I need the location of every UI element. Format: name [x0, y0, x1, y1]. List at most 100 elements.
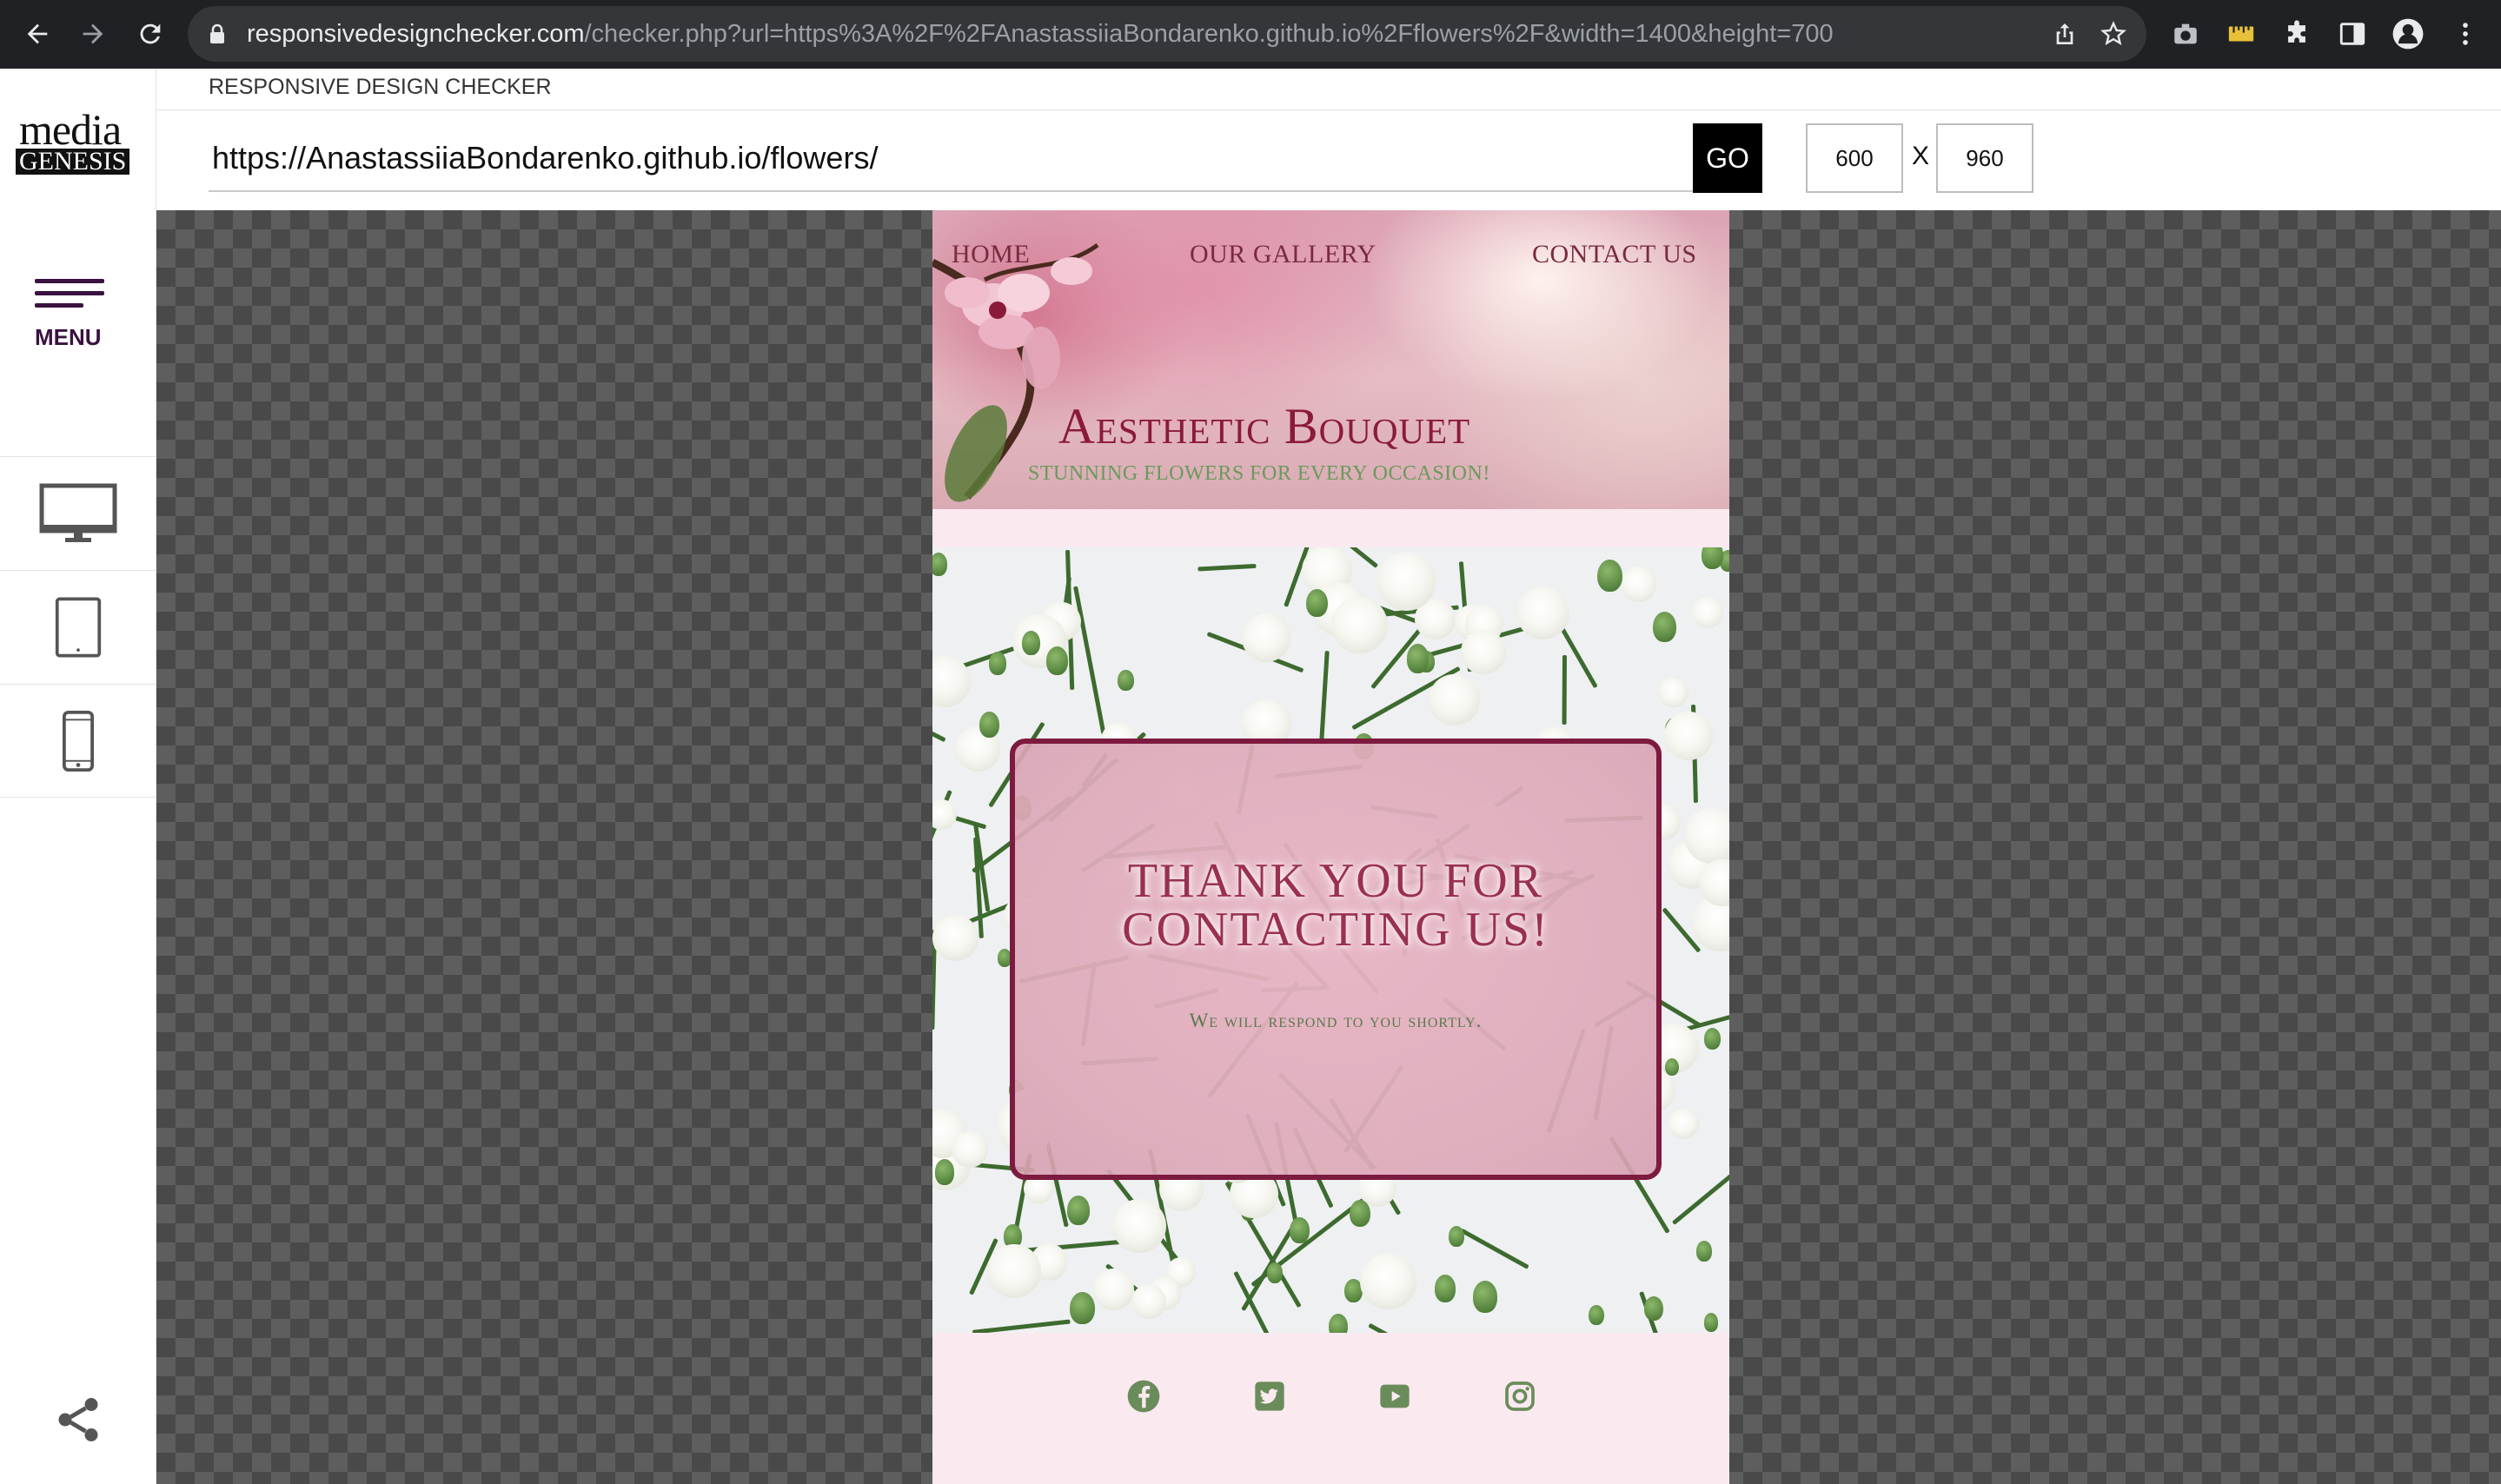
- nav-link-contact[interactable]: CONTACT US: [1532, 240, 1697, 269]
- preview-frame[interactable]: HOME OUR GALLERY CONTACT US Aesthetic Bo…: [932, 210, 1729, 1484]
- flower-stem: [932, 708, 946, 743]
- flower-bud: [1434, 1274, 1456, 1302]
- logo-text-top: media: [19, 105, 122, 154]
- site-footer: [932, 1333, 1729, 1484]
- flower-stem: [1197, 563, 1257, 572]
- hamburger-icon: [35, 279, 104, 283]
- carnation-bloom: [1092, 1269, 1135, 1310]
- header-spacer: [932, 509, 1729, 547]
- flower-stem: [1072, 586, 1105, 735]
- flower-bud: [1588, 1305, 1604, 1326]
- instagram-icon[interactable]: [1503, 1379, 1537, 1414]
- twitter-icon[interactable]: [1252, 1379, 1287, 1414]
- forward-button[interactable]: [71, 12, 115, 56]
- tablet-icon: [55, 597, 102, 658]
- facebook-icon[interactable]: [1126, 1379, 1161, 1414]
- checker-sidebar: media GENESIS MENU: [0, 69, 156, 1484]
- extension-camera[interactable]: [2169, 17, 2202, 50]
- flower-stem: [1318, 650, 1330, 745]
- flower-stem: [1562, 654, 1567, 725]
- carnation-bloom: [986, 1243, 1041, 1298]
- carnation-bloom: [1668, 1108, 1700, 1139]
- carnation-bloom: [1657, 677, 1688, 708]
- carnation-bloom: [1621, 566, 1657, 603]
- camera-icon: [2174, 23, 2197, 44]
- flower-bud: [1118, 670, 1134, 692]
- reload-button[interactable]: [129, 12, 172, 56]
- thank-you-heading: Thank you for contacting us!: [1015, 857, 1656, 954]
- flower-bud: [1045, 646, 1068, 675]
- flower-stem: [1671, 1138, 1729, 1225]
- flower-bud: [1289, 1217, 1310, 1243]
- go-button[interactable]: GO: [1693, 123, 1762, 193]
- address-bar[interactable]: responsivedesignchecker.com/checker.php?…: [188, 6, 2146, 62]
- bookmark-star-icon[interactable]: [2100, 20, 2127, 48]
- flower-bud: [1266, 1262, 1284, 1284]
- side-panel-button[interactable]: [2336, 17, 2369, 50]
- extension-ruler[interactable]: [2225, 17, 2258, 50]
- flower-bud: [1067, 1196, 1090, 1225]
- kebab-menu-icon: [2463, 23, 2468, 45]
- ruler-icon: [2228, 26, 2254, 42]
- flower-bud: [979, 711, 999, 738]
- carnation-bloom: [1691, 596, 1723, 629]
- menu-label: MENU: [35, 324, 102, 350]
- carnation-bloom: [932, 914, 979, 961]
- share-icon[interactable]: [52, 1394, 104, 1446]
- flower-bud: [1643, 1296, 1663, 1322]
- address-text: responsivedesignchecker.com/checker.php?…: [247, 20, 1834, 48]
- carnation-bloom: [932, 799, 958, 830]
- flower-bud: [932, 553, 948, 576]
- carnation-bloom: [1131, 1284, 1167, 1320]
- device-desktop-button[interactable]: [0, 456, 156, 570]
- media-genesis-logo[interactable]: media GENESIS: [16, 105, 130, 175]
- carnation-bloom: [1111, 1199, 1166, 1253]
- url-input[interactable]: [209, 126, 1693, 192]
- flower-bud: [1406, 644, 1430, 673]
- nav-link-home[interactable]: HOME: [952, 240, 1030, 269]
- avatar-icon: [2392, 18, 2424, 50]
- site-tagline: Stunning flowers for every occasion!: [1028, 462, 1490, 485]
- carnation-bloom: [1360, 1254, 1416, 1310]
- flower-bud: [1472, 1280, 1498, 1313]
- menu-button[interactable]: MENU: [26, 268, 113, 355]
- site-brand-title: Aesthetic Bouquet: [1058, 398, 1471, 454]
- flower-bud: [1703, 1312, 1719, 1332]
- flower-stem: [1459, 1228, 1529, 1269]
- logo-text-bottom: GENESIS: [16, 149, 130, 175]
- height-input[interactable]: [1936, 123, 2033, 193]
- thank-you-heading-line1: Thank you for: [1127, 854, 1544, 908]
- browser-menu-button[interactable]: [2449, 17, 2482, 50]
- site-nav: HOME OUR GALLERY CONTACT US: [932, 240, 1729, 275]
- carnation-bloom: [1330, 596, 1389, 654]
- flower-bud: [1653, 611, 1677, 643]
- share-page-icon[interactable]: [2051, 20, 2079, 48]
- extensions-button[interactable]: [2280, 17, 2313, 50]
- carnation-bloom: [1664, 712, 1713, 760]
- width-input[interactable]: [1806, 123, 1903, 193]
- flower-stem: [972, 1319, 1071, 1333]
- flower-bud: [1021, 630, 1041, 655]
- flower-bud: [1306, 588, 1329, 617]
- flower-bud: [1349, 1199, 1371, 1228]
- side-panel-icon: [2339, 23, 2365, 45]
- device-tablet-button[interactable]: [0, 570, 156, 684]
- profile-button[interactable]: [2392, 17, 2425, 50]
- page-title: RESPONSIVE DESIGN CHECKER: [209, 75, 552, 99]
- nav-link-gallery[interactable]: OUR GALLERY: [1190, 240, 1377, 269]
- thank-you-card: Thank you for contacting us! We will res…: [1010, 739, 1662, 1180]
- flower-bud: [988, 651, 1007, 675]
- flower-bud: [1703, 1028, 1721, 1050]
- reload-icon: [140, 23, 161, 44]
- carnation-bloom: [1429, 674, 1480, 725]
- lock-icon: [210, 23, 224, 43]
- youtube-icon[interactable]: [1377, 1379, 1412, 1414]
- flower-stem: [1233, 1270, 1297, 1333]
- flower-bud: [934, 1159, 955, 1185]
- device-phone-button[interactable]: [0, 684, 156, 798]
- divider: [156, 109, 2501, 110]
- flower-bud: [1702, 547, 1724, 569]
- back-button[interactable]: [16, 12, 59, 56]
- flower-bud: [1596, 559, 1622, 593]
- desktop-monitor-icon: [39, 483, 117, 542]
